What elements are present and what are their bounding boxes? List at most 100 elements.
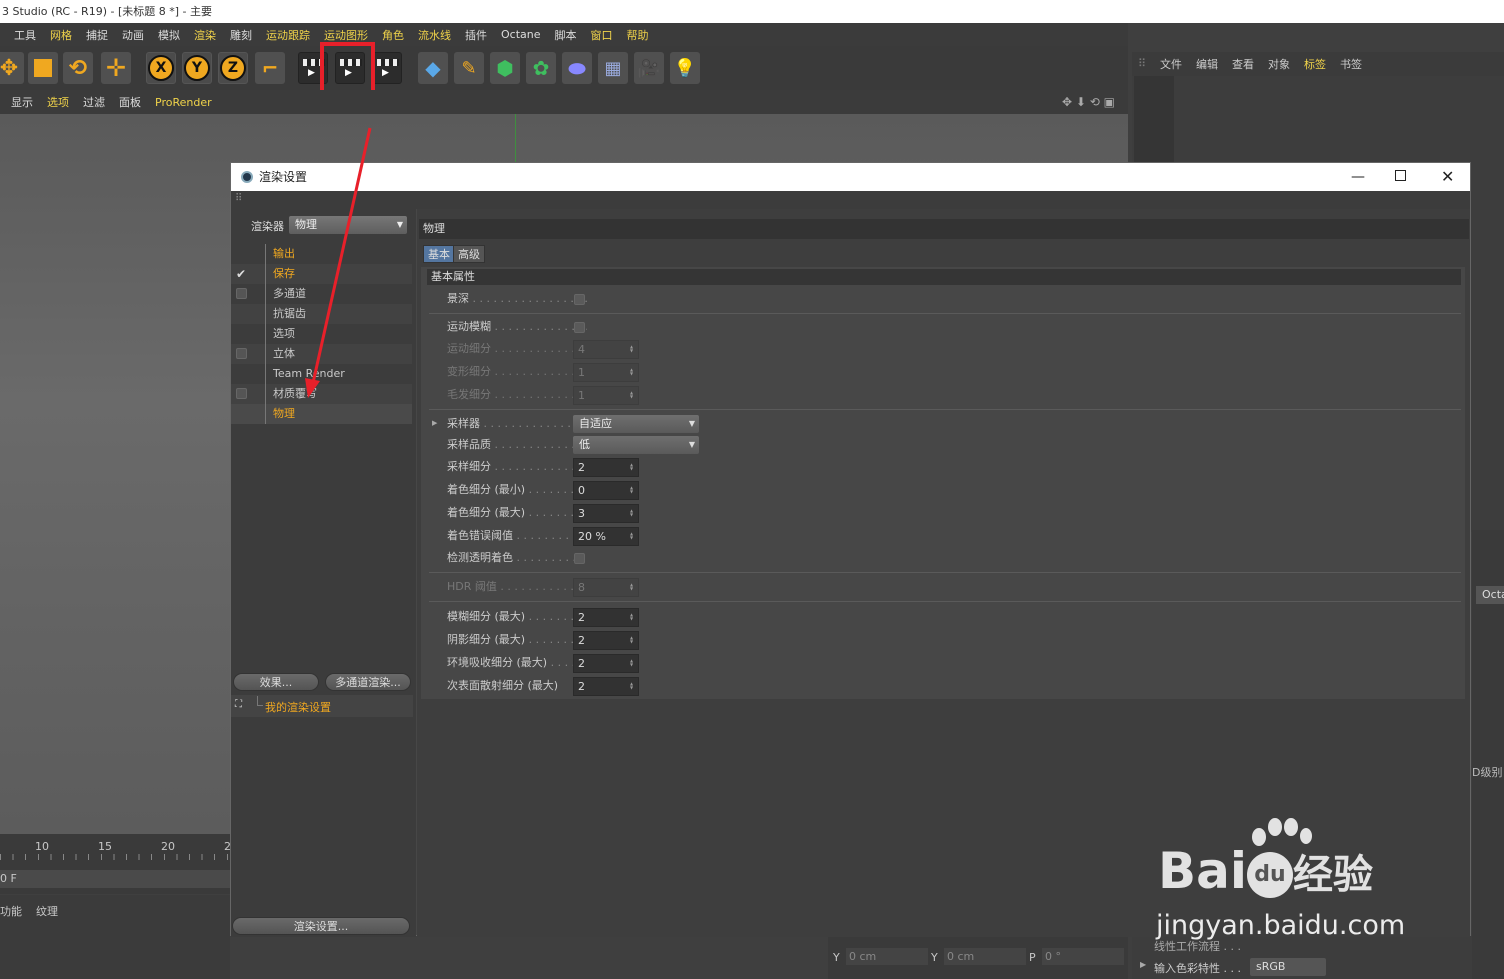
menu-item-9[interactable]: 角色 — [382, 27, 404, 43]
camera-icon[interactable]: 🎥 — [634, 52, 664, 84]
hdr-field[interactable]: 8 — [573, 578, 639, 597]
srgb-select[interactable]: sRGB — [1250, 958, 1326, 976]
sampler-select[interactable]: 自适应 — [573, 415, 699, 433]
baidu-watermark: Bai du 经验 jingyan.baidu.com — [1150, 818, 1440, 948]
tree-item-save[interactable]: ✔ 保存 — [231, 264, 412, 284]
object-menu-item-4[interactable]: 标签 — [1304, 56, 1326, 72]
checkbox[interactable] — [236, 348, 247, 359]
tree-item-material-override[interactable]: 材质覆写 — [231, 384, 412, 404]
checkbox[interactable] — [236, 388, 247, 399]
deform-sub-field[interactable]: 1 — [573, 363, 639, 382]
renderer-select[interactable]: 物理 ▼ — [289, 216, 407, 234]
tab-basic[interactable]: 基本 — [423, 245, 455, 263]
detect-trans-checkbox[interactable] — [574, 553, 585, 564]
ao-sub-field[interactable]: 2 — [573, 654, 639, 673]
shading-min-field[interactable]: 0 — [573, 481, 639, 500]
tree-item-physical[interactable]: 物理 — [231, 404, 412, 424]
viewport-nav-icons[interactable]: ✥ ⬇ ⟲ ▣ — [1062, 95, 1115, 109]
rotate-tool-icon[interactable]: ⟲ — [63, 52, 93, 84]
checkmark-icon[interactable]: ✔ — [236, 264, 246, 284]
floor-icon[interactable]: ▦ — [598, 52, 628, 84]
object-menu-item-1[interactable]: 编辑 — [1196, 56, 1218, 72]
checkbox[interactable] — [236, 288, 247, 299]
coord-field[interactable]: 0 cm — [944, 948, 1026, 965]
subdivision-icon[interactable]: ⬢ — [490, 52, 520, 84]
tree-item-antialiasing[interactable]: 抗锯齿 — [231, 304, 412, 324]
move-tool-icon[interactable]: ✥ — [0, 52, 24, 84]
menu-item-14[interactable]: 窗口 — [591, 27, 613, 43]
tree-item-options[interactable]: 选项 — [231, 324, 412, 344]
coord-field[interactable]: 0 ° — [1042, 948, 1124, 965]
menu-item-6[interactable]: 雕刻 — [230, 27, 252, 43]
live-select-icon[interactable]: ✛ — [101, 52, 131, 84]
deformer-icon[interactable]: ⬬ — [562, 52, 592, 84]
pen-icon[interactable]: ✎ — [454, 52, 484, 84]
motion-blur-checkbox[interactable] — [574, 322, 585, 333]
render-settings-button[interactable]: 渲染设置... — [232, 917, 410, 935]
y-axis-lock[interactable]: Y — [182, 52, 212, 84]
menu-item-1[interactable]: 网格 — [50, 27, 72, 43]
menu-item-10[interactable]: 流水线 — [418, 27, 451, 43]
view-menu-item-3[interactable]: 面板 — [119, 94, 141, 110]
sss-sub-field[interactable]: 2 — [573, 677, 639, 696]
tree-item-stereo[interactable]: 立体 — [231, 344, 412, 364]
coordinate-system-icon[interactable]: ⌐ — [255, 52, 285, 84]
frame-field[interactable]: 0 F — [0, 870, 230, 888]
menu-item-5[interactable]: 渲染 — [194, 27, 216, 43]
menu-item-3[interactable]: 动画 — [122, 27, 144, 43]
grip-icon: ⠿ — [235, 193, 243, 204]
shading-err-field[interactable]: 20 % — [573, 527, 639, 546]
maximize-icon[interactable] — [1395, 170, 1406, 181]
object-menu-item-5[interactable]: 书签 — [1340, 56, 1362, 72]
tree-item-multipass[interactable]: 多通道 — [231, 284, 412, 304]
blur-sub-field[interactable]: 2 — [573, 608, 639, 627]
shadow-sub-field[interactable]: 2 — [573, 631, 639, 650]
menu-item-4[interactable]: 模拟 — [158, 27, 180, 43]
object-menu-item-2[interactable]: 查看 — [1232, 56, 1254, 72]
menu-item-7[interactable]: 运动跟踪 — [266, 27, 310, 43]
menu-item-0[interactable]: 工具 — [14, 27, 36, 43]
light-icon[interactable]: 💡 — [670, 52, 700, 84]
expand-icon[interactable]: ▶ — [1140, 960, 1146, 969]
edit-render-settings-icon[interactable] — [372, 52, 402, 84]
prop-sampler-quality: 采样品质 . . . . . . . . . . . . . . — [447, 438, 587, 451]
object-menu-item-3[interactable]: 对象 — [1268, 56, 1290, 72]
view-menu-item-1[interactable]: 选项 — [47, 94, 69, 110]
menu-item-11[interactable]: 插件 — [465, 27, 487, 43]
menu-texture[interactable]: 纹理 — [36, 903, 58, 919]
hair-sub-field[interactable]: 1 — [573, 386, 639, 405]
menu-item-15[interactable]: 帮助 — [627, 27, 649, 43]
minimize-icon[interactable]: — — [1351, 163, 1365, 191]
dof-checkbox[interactable] — [574, 294, 585, 305]
view-menu-item-0[interactable]: 显示 — [11, 94, 33, 110]
menu-item-13[interactable]: 脚本 — [555, 27, 577, 43]
tab-octane[interactable]: Octa — [1476, 586, 1504, 604]
menu-item-8[interactable]: 运动图形 — [324, 27, 368, 43]
my-render-settings-row[interactable]: ⛶ 我的渲染设置 — [231, 695, 413, 717]
tree-item-team-render[interactable]: Team Render — [231, 364, 412, 384]
timeline[interactable]: 10 15 20 2 0 F — [0, 834, 231, 894]
tree-item-output[interactable]: 输出 — [231, 244, 412, 264]
app-title: 3 Studio (RC - R19) - [未标题 8 *] - 主要 — [2, 5, 212, 18]
expand-icon[interactable]: ▶ — [432, 419, 437, 427]
scale-tool-icon[interactable] — [28, 52, 58, 84]
menu-item-12[interactable]: Octane — [501, 28, 541, 41]
motion-sub-field[interactable]: 4 — [573, 340, 639, 359]
view-menu-item-4[interactable]: ProRender — [155, 96, 212, 109]
x-axis-lock[interactable]: X — [146, 52, 176, 84]
close-icon[interactable]: ✕ — [1441, 163, 1454, 191]
multipass-render-button[interactable]: 多通道渲染... — [325, 673, 411, 691]
sampler-quality-select[interactable]: 低 — [573, 436, 699, 454]
shading-max-field[interactable]: 3 — [573, 504, 639, 523]
menu-item-2[interactable]: 捕捉 — [86, 27, 108, 43]
menu-function[interactable]: 功能 — [0, 903, 22, 919]
z-axis-lock[interactable]: Z — [218, 52, 248, 84]
cloner-icon[interactable]: ✿ — [526, 52, 556, 84]
sampling-sub-field[interactable]: 2 — [573, 458, 639, 477]
object-menu-item-0[interactable]: 文件 — [1160, 56, 1182, 72]
coord-field[interactable]: 0 cm — [846, 948, 928, 965]
view-menu-item-2[interactable]: 过滤 — [83, 94, 105, 110]
tab-advanced[interactable]: 高级 — [453, 245, 485, 263]
cube-icon[interactable]: ◆ — [418, 52, 448, 84]
effects-button[interactable]: 效果... — [233, 673, 319, 691]
